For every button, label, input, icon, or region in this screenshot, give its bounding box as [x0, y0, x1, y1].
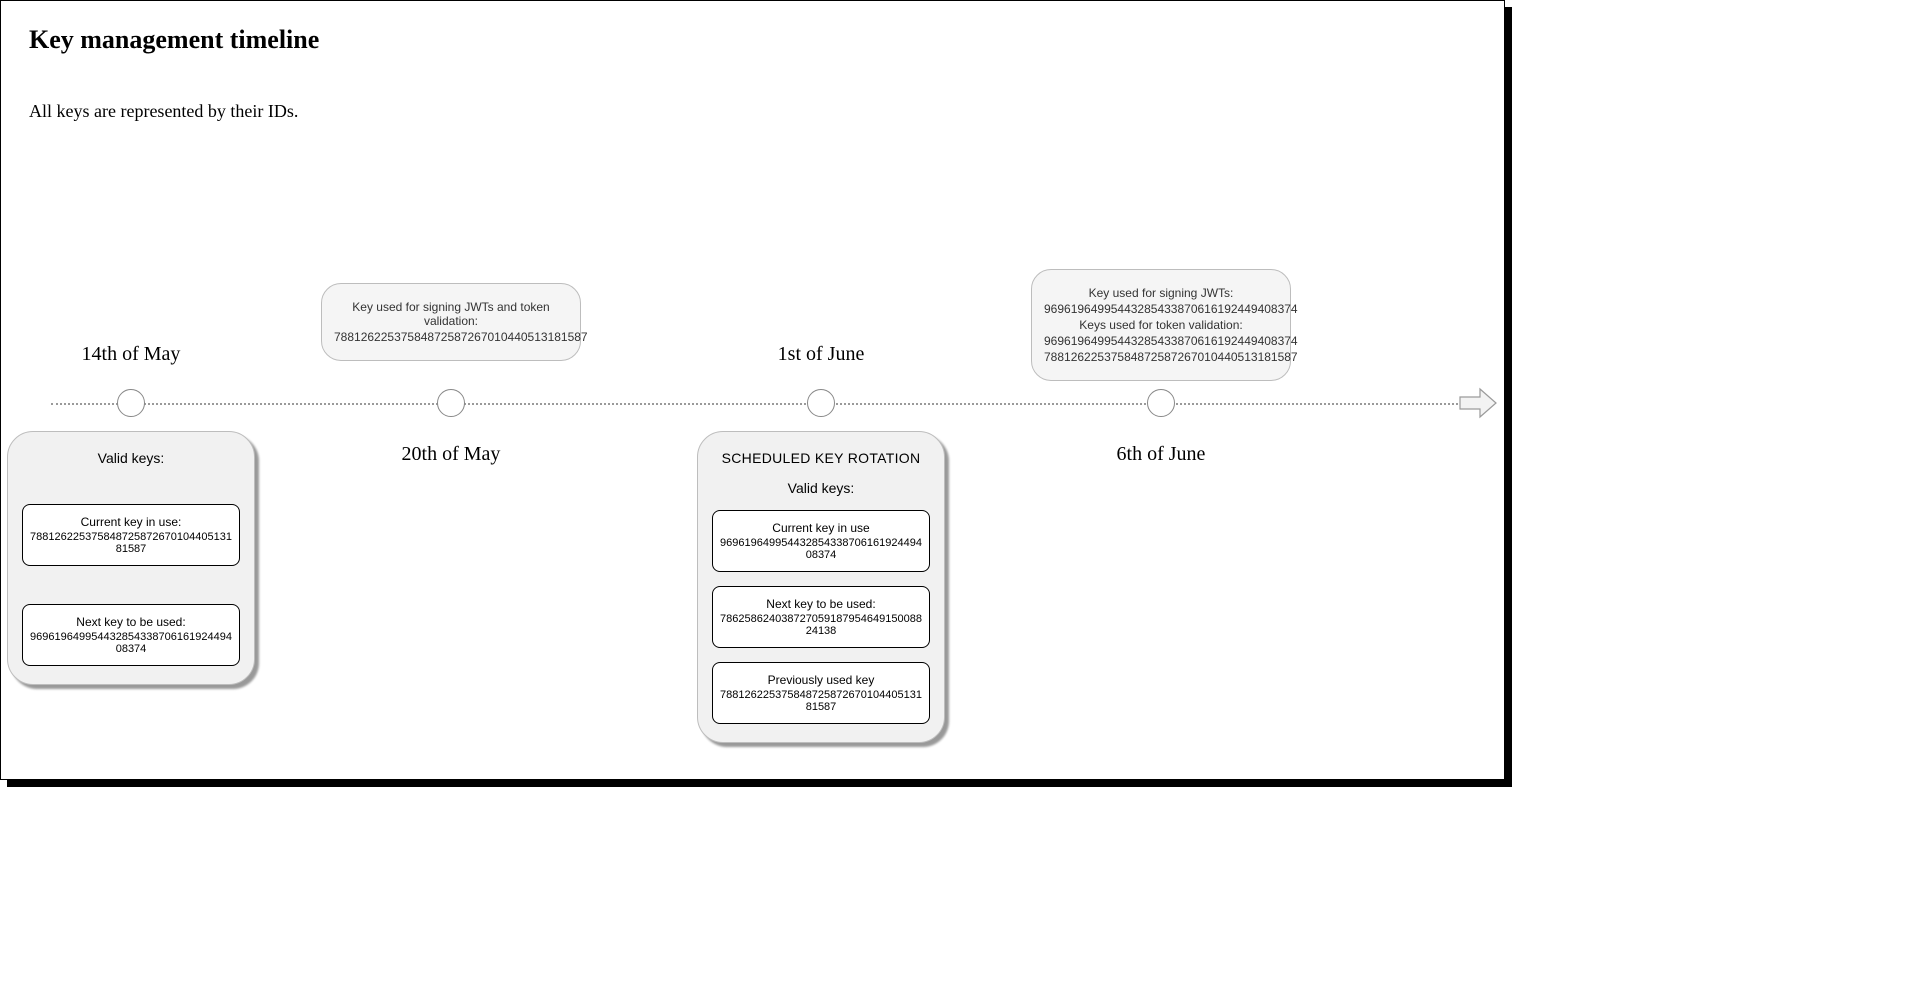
- note-label: Keys used for token validation:: [1044, 318, 1278, 332]
- key-slot-next: Next key to be used: 7862586240387270591…: [712, 586, 930, 648]
- key-slot-label: Next key to be used:: [29, 615, 233, 629]
- key-slot-current: Current key in use 969619649954432854338…: [712, 510, 930, 572]
- key-slot-label: Previously used key: [719, 673, 923, 687]
- valid-keys-card-may14: Valid keys: Current key in use: 78812622…: [7, 431, 255, 685]
- timeline-dot: [117, 389, 145, 417]
- diagram-title: Key management timeline: [29, 25, 319, 55]
- note-key-id: 96961964995443285433870616192449408374: [1044, 334, 1278, 348]
- key-slot-id: 78625862403872705918795464915008824138: [719, 613, 923, 637]
- note-key-id: 78812622537584872587267010440513181587: [1044, 350, 1278, 364]
- key-slot-id: 96961964995443285433870616192449408374: [719, 537, 923, 561]
- key-slot-current: Current key in use: 78812622537584872587…: [22, 504, 240, 566]
- timeline-diagram: Key management timeline All keys are rep…: [0, 0, 1505, 780]
- card-heading: Valid keys:: [18, 450, 244, 466]
- note-key-id: 78812622537584872587267010440513181587: [334, 330, 568, 344]
- key-slot-next: Next key to be used: 9696196499544328543…: [22, 604, 240, 666]
- key-slot-label: Current key in use:: [29, 515, 233, 529]
- timeline-date-label: 1st of June: [778, 343, 865, 366]
- key-slot-id: 96961964995443285433870616192449408374: [29, 631, 233, 655]
- note-key-id: 96961964995443285433870616192449408374: [1044, 302, 1278, 316]
- note-label: Key used for signing JWTs and token vali…: [334, 300, 568, 328]
- timeline-arrow-icon: [1458, 383, 1498, 423]
- note-label: Key used for signing JWTs:: [1044, 286, 1278, 300]
- signing-key-note-may: Key used for signing JWTs and token vali…: [321, 283, 581, 361]
- key-slot-id: 78812622537584872587267010440513181587: [719, 689, 923, 713]
- timeline-date-label: 6th of June: [1117, 443, 1206, 466]
- valid-keys-card-jun1: SCHEDULED KEY ROTATION Valid keys: Curre…: [697, 431, 945, 743]
- signing-key-note-june: Key used for signing JWTs: 9696196499544…: [1031, 269, 1291, 381]
- diagram-subtitle: All keys are represented by their IDs.: [29, 101, 298, 122]
- key-slot-label: Current key in use: [719, 521, 923, 535]
- key-slot-id: 78812622537584872587267010440513181587: [29, 531, 233, 555]
- timeline-dot: [1147, 389, 1175, 417]
- timeline-dot: [807, 389, 835, 417]
- timeline-dot: [437, 389, 465, 417]
- timeline-date-label: 20th of May: [402, 443, 501, 466]
- key-slot-label: Next key to be used:: [719, 597, 923, 611]
- timeline-date-label: 14th of May: [82, 343, 181, 366]
- timeline-axis: [51, 403, 1474, 405]
- card-top-caption: SCHEDULED KEY ROTATION: [708, 450, 934, 466]
- card-heading: Valid keys:: [708, 480, 934, 496]
- key-slot-previous: Previously used key 78812622537584872587…: [712, 662, 930, 724]
